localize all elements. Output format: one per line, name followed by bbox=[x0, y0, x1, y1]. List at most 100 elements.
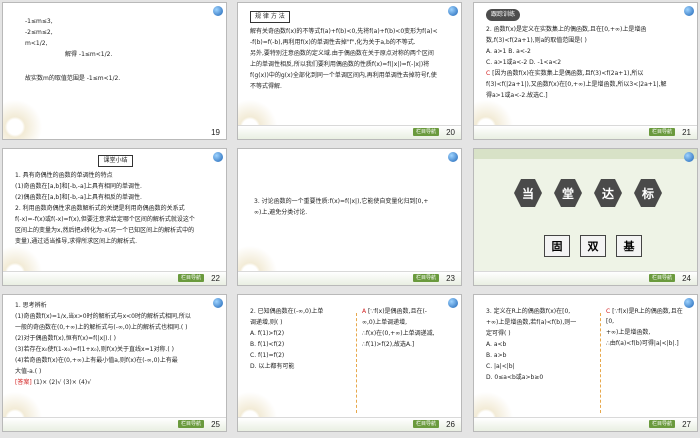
section-title: 当 堂 达 标 bbox=[514, 179, 662, 207]
slide-thumbnail-26[interactable]: 2. 已知偶函数在(-∞,0)上单 调递增,则( ) A. f(1)>f(2) … bbox=[237, 294, 462, 432]
decorative-band bbox=[474, 149, 697, 159]
subtitle-char: 基 bbox=[616, 235, 642, 257]
slide-text-line: (2)偶函数在[a,b]和[-b,-a]上具有相反的单调性. bbox=[15, 194, 142, 201]
slide-text-line: 1. 思考辨析 bbox=[15, 302, 47, 309]
slide-text-line: 3. 定义在R上的偶函数f(x)在[0, bbox=[486, 308, 571, 315]
slide-number: 20 bbox=[446, 128, 455, 137]
slide-text-line: -2≤m≤2, bbox=[25, 29, 53, 36]
slide-text-line: B. f(1)<f(2) bbox=[250, 341, 285, 348]
slide-number: 22 bbox=[211, 274, 220, 283]
nav-button[interactable]: 栏目导航 bbox=[412, 420, 439, 428]
nav-button[interactable]: 栏目导航 bbox=[412, 128, 439, 136]
subtitle-char: 双 bbox=[580, 235, 606, 257]
globe-icon bbox=[684, 152, 694, 162]
nav-button[interactable]: 栏目导航 bbox=[648, 274, 675, 282]
answer-line: 得a>1或a<-2.故选C.] bbox=[486, 92, 548, 99]
nav-button[interactable]: 栏目导航 bbox=[648, 420, 675, 428]
answer-line: ∴f(x)在(0,+∞)上单调递减, bbox=[362, 330, 435, 337]
slide-text-line: -1≤m≤3, bbox=[25, 18, 53, 25]
section-tag: 规 律 方 法 bbox=[250, 11, 290, 23]
slide-text-line: +∞)上是增函数,若f(a)<f(b),则一 bbox=[486, 319, 577, 326]
slide-text-line: 数,f(3)<f(2a+1),则a的取值范围是( ) bbox=[486, 37, 587, 44]
answer-tag: A bbox=[362, 308, 367, 315]
slide-text-line: D. 0≤a<b或a>b≥0 bbox=[486, 374, 544, 381]
globe-icon bbox=[213, 6, 223, 16]
section-tag: 跟踪训练 bbox=[486, 9, 521, 21]
slide-text-line: B. a>b bbox=[486, 352, 507, 359]
slide-number: 27 bbox=[682, 420, 691, 429]
slide-thumbnail-22[interactable]: 课堂小结 1. 具有奇偶性的函数的单调性的特点 (1)奇函数在[a,b]和[-b… bbox=[2, 148, 227, 286]
slide-text-line: C. |a|<|b| bbox=[486, 363, 515, 370]
answer-line: [∵f(x)是偶函数,且在(- bbox=[368, 308, 427, 315]
slide-text-line: C. f(1)=f(2) bbox=[250, 352, 285, 359]
answer-line: ∞,0)上单调递增, bbox=[362, 319, 407, 326]
answer-tag: [答案] bbox=[15, 379, 32, 386]
slide-text-line: 变量),通过适当推导,求得所求区间上的解析式. bbox=[15, 238, 138, 245]
section-tag: 课堂小结 bbox=[98, 155, 133, 167]
slide-number: 25 bbox=[211, 420, 220, 429]
flower-decoration bbox=[3, 97, 45, 139]
slide-text-line: 2. 函数f(x)是定义在实数集上的偶函数,且在[0,+∞)上是增函 bbox=[486, 26, 647, 33]
slide-text-line: C. a>1或a<-2 D. -1<a<2 bbox=[486, 59, 562, 66]
slide-text-line: (4)若奇函数f(x)在(0,+∞)上有最小值a,则f(x)在(-∞,0)上有最 bbox=[15, 357, 178, 364]
slide-text-line: A. a<b bbox=[486, 341, 507, 348]
answer-line: ∴f(1)>f(2),故选A.] bbox=[362, 341, 415, 348]
slide-thumbnail-27[interactable]: 3. 定义在R上的偶函数f(x)在[0, +∞)上是增函数,若f(a)<f(b)… bbox=[473, 294, 698, 432]
answer-tag: C bbox=[486, 70, 491, 77]
subtitle-char: 固 bbox=[544, 235, 570, 257]
slide-text-line: f(-x)=-f(x)或f(-x)=f(x),但要注意求给定哪个区间的解析式就设… bbox=[15, 216, 195, 223]
slide-thumbnail-23[interactable]: 3. 讨论函数的一个重要性质:f(x)=f(|x|),它能使自变量化归到[0,+… bbox=[237, 148, 462, 286]
column-divider bbox=[356, 313, 357, 413]
slide-text-line: 另外,要特别注意函数的定义域.由于偶函数在关于原点对称的两个区间 bbox=[250, 50, 434, 57]
nav-button[interactable]: 栏目导航 bbox=[412, 274, 439, 282]
slide-thumbnail-21[interactable]: 跟踪训练 2. 函数f(x)是定义在实数集上的偶函数,且在[0,+∞)上是增函 … bbox=[473, 2, 698, 140]
slide-number: 23 bbox=[446, 274, 455, 283]
title-char: 标 bbox=[634, 179, 662, 207]
slide-text-line: -f(b)=f(-b),再利用f(x)的单调性去掉"f",化为关于a,b的不等式… bbox=[250, 39, 416, 46]
slide-number: 21 bbox=[682, 128, 691, 137]
slide-text-line: 上的单调性相反,所以我们要利用偶函数的性质f(x)=f(|x|)=f(-|x|)… bbox=[250, 61, 430, 68]
slide-text-line: 3. 讨论函数的一个重要性质:f(x)=f(|x|),它能使自变量化归到[0,+ bbox=[254, 198, 429, 205]
slide-text-line: 故实数m的取值范围是 -1≤m<1/2. bbox=[25, 75, 121, 82]
answer-line: f(3)<f(|2a+1|),又函数f(x)在[0,+∞)上是增函数,所以3<|… bbox=[486, 81, 667, 88]
slide-text-line: 2. 利用函数奇偶性求函数解析式的关键是利用奇偶函数的关系式 bbox=[15, 205, 185, 212]
slide-thumbnail-24[interactable]: 当 堂 达 标 固 双 基 栏目导航 24 bbox=[473, 148, 698, 286]
slide-text-line: (1)奇函数f(x)=1/x,当x>0时的解析式与x<0时的解析式相同,所以 bbox=[15, 313, 191, 320]
answer-line: +∞)上是增函数, bbox=[606, 329, 651, 336]
slide-text-line: (3)若存在x₀使f(1-x₀)=f(1+x₀),则f(x)关于直线x=1对称.… bbox=[15, 346, 174, 353]
slide-text-line: (1)奇函数在[a,b]和[-b,-a]上具有相同的单调性. bbox=[15, 183, 142, 190]
title-char: 达 bbox=[594, 179, 622, 207]
slide-thumbnail-20[interactable]: 规 律 方 法 解有关奇函数f(x)的不等式f(a)+f(b)<0,先将f(a)… bbox=[237, 2, 462, 140]
answer-tag: C bbox=[606, 308, 611, 315]
slide-text-line: D. 以上都有可能 bbox=[250, 363, 295, 370]
section-subtitle: 固 双 基 bbox=[544, 235, 642, 257]
slide-text-line: 解得 -1≤m<1/2. bbox=[65, 51, 113, 58]
slide-text-line: 区间上的变量为x,然后把x转化为-x(另一个已知区间上的解析式中的 bbox=[15, 227, 195, 234]
slide-text-line: A. f(1)>f(2) bbox=[250, 330, 285, 337]
answer-line: [∵f(x)是R上的偶函数,且在[0, bbox=[606, 308, 683, 325]
slide-text-line: f(g(x))中的g(x)全部化到同一个单调区间内,再利用单调性去掉符号f,使 bbox=[250, 72, 437, 79]
slide-text-line: 解有关奇函数f(x)的不等式f(a)+f(b)<0,先将f(a)+f(b)<0变… bbox=[250, 28, 438, 35]
nav-button[interactable]: 栏目导航 bbox=[177, 420, 204, 428]
slide-text-line: 调递增,则( ) bbox=[250, 319, 283, 326]
slide-text-line: 2. 已知偶函数在(-∞,0)上单 bbox=[250, 308, 324, 315]
slide-thumbnail-25[interactable]: 1. 思考辨析 (1)奇函数f(x)=1/x,当x>0时的解析式与x<0时的解析… bbox=[2, 294, 227, 432]
slide-number: 19 bbox=[211, 128, 220, 137]
slide-text-line: (2)对于偶函数f(x),恒有f(x)=f(|x|).( ) bbox=[15, 335, 117, 342]
slide-text-line: 1. 具有奇偶性的函数的单调性的特点 bbox=[15, 172, 113, 179]
column-divider bbox=[600, 313, 601, 413]
globe-icon bbox=[448, 152, 458, 162]
title-char: 当 bbox=[514, 179, 542, 207]
slide-text-line: 大值-a.( ) bbox=[15, 368, 42, 375]
nav-button[interactable]: 栏目导航 bbox=[177, 274, 204, 282]
title-char: 堂 bbox=[554, 179, 582, 207]
slide-text-line: m<1/2, bbox=[25, 40, 48, 47]
answer-line: [因为函数f(x)在实数集上是偶函数,且f(3)<f(2a+1),所以 bbox=[492, 70, 644, 77]
answer-text: (1)× (2)√ (3)× (4)√ bbox=[33, 379, 92, 386]
slide-number: 26 bbox=[446, 420, 455, 429]
slide-number: 24 bbox=[682, 274, 691, 283]
slide-thumbnail-19[interactable]: -1≤m≤3, -2≤m≤2, m<1/2, 解得 -1≤m<1/2. 故实数m… bbox=[2, 2, 227, 140]
nav-button[interactable]: 栏目导航 bbox=[648, 128, 675, 136]
answer-line: ∴由f(a)<f(b)可得|a|<|b|.] bbox=[606, 340, 679, 347]
slide-text-line: 定可得( ) bbox=[486, 330, 511, 337]
